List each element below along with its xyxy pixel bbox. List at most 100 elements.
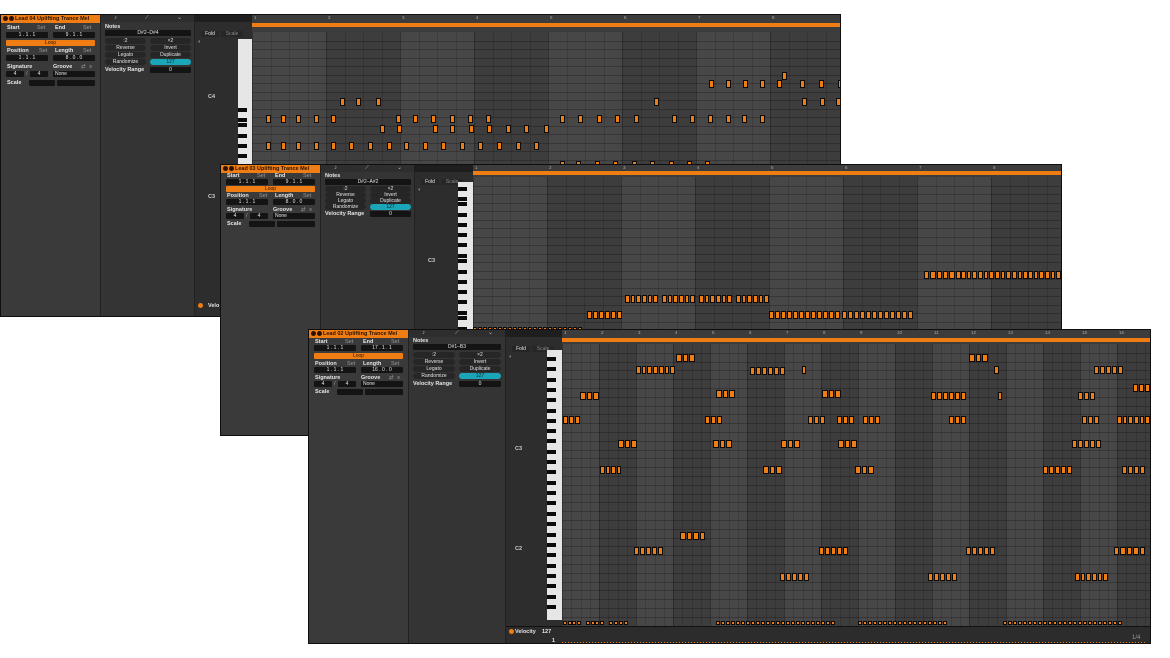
scale-root-select[interactable] [29, 80, 55, 86]
midi-note[interactable] [928, 621, 932, 625]
velocity-marker[interactable] [757, 642, 758, 643]
grid-fraction-label[interactable]: 1/4 [1132, 635, 1140, 641]
midi-note[interactable] [708, 115, 713, 123]
midi-note[interactable] [1100, 366, 1105, 374]
midi-note[interactable] [786, 573, 791, 581]
velocity-marker[interactable] [610, 642, 611, 643]
loop-brace[interactable] [252, 23, 840, 27]
velocity-marker[interactable] [778, 642, 779, 643]
midi-note[interactable] [726, 621, 730, 625]
velocity-marker[interactable] [745, 642, 746, 643]
midi-note[interactable] [903, 621, 907, 625]
velocity-marker[interactable] [880, 642, 881, 643]
black-key[interactable] [238, 108, 247, 112]
midi-note[interactable] [726, 80, 731, 88]
velocity-marker[interactable] [565, 642, 566, 643]
midi-note[interactable] [1096, 440, 1101, 448]
midi-note[interactable] [1084, 392, 1089, 400]
velocity-marker[interactable] [634, 642, 635, 643]
preview-headphone-icon[interactable]: ◐ [509, 354, 512, 360]
velocity-marker[interactable] [691, 642, 692, 643]
black-key[interactable] [238, 134, 247, 138]
velocity-marker[interactable] [793, 642, 794, 643]
midi-note[interactable] [684, 295, 690, 303]
midi-note[interactable] [972, 547, 977, 555]
midi-note[interactable] [595, 621, 599, 625]
midi-note[interactable] [1139, 384, 1144, 392]
velocity-marker[interactable] [625, 642, 626, 643]
midi-note[interactable] [616, 466, 621, 474]
midi-note[interactable] [764, 295, 769, 303]
velocity-marker[interactable] [1033, 642, 1034, 643]
velocity-marker[interactable] [925, 642, 926, 643]
midi-note[interactable] [804, 573, 809, 581]
midi-note[interactable] [646, 547, 651, 555]
note-editor-grid[interactable] [562, 344, 1150, 626]
velocity-marker[interactable] [700, 642, 701, 643]
midi-note[interactable] [865, 311, 871, 319]
velocity-marker[interactable] [805, 642, 806, 643]
midi-note[interactable] [936, 271, 942, 279]
velocity-marker[interactable] [862, 642, 863, 643]
midi-note[interactable] [534, 142, 539, 150]
midi-note[interactable] [955, 392, 960, 400]
midi-note[interactable] [1072, 440, 1077, 448]
midi-note[interactable] [1075, 573, 1080, 581]
ruler-bar-number[interactable]: 8 [823, 330, 826, 336]
velocity-marker[interactable] [1099, 642, 1100, 643]
signature-denominator[interactable]: 4 [338, 381, 356, 387]
loop-brace[interactable] [562, 338, 1150, 342]
midi-note[interactable] [847, 311, 853, 319]
velocity-marker[interactable] [727, 642, 728, 643]
midi-note[interactable] [624, 440, 631, 448]
ruler-bar-number[interactable]: 2 [601, 330, 604, 336]
midi-note[interactable] [817, 311, 823, 319]
midi-note[interactable] [1063, 621, 1067, 625]
midi-note[interactable] [990, 547, 995, 555]
velocity-marker[interactable] [826, 642, 827, 643]
velocity-marker[interactable] [853, 642, 854, 643]
velocity-marker[interactable] [712, 642, 713, 643]
midi-note[interactable] [1043, 621, 1047, 625]
velocity-marker[interactable] [1081, 642, 1082, 643]
midi-note[interactable] [859, 311, 865, 319]
ruler-bar-number[interactable]: 14 [1045, 330, 1050, 336]
velocity-marker[interactable] [787, 642, 788, 643]
velocity-marker[interactable] [775, 642, 776, 643]
midi-note[interactable] [1083, 621, 1087, 625]
midi-note[interactable] [699, 295, 704, 303]
velocity-marker[interactable] [964, 642, 965, 643]
midi-note[interactable] [516, 142, 521, 150]
midi-note[interactable] [617, 311, 622, 319]
midi-note[interactable] [776, 621, 780, 625]
midi-note[interactable] [741, 295, 747, 303]
length-set-button[interactable]: Set [83, 48, 91, 54]
velocity-marker[interactable] [697, 642, 698, 643]
velocity-marker[interactable] [1051, 642, 1052, 643]
black-key[interactable] [458, 213, 467, 217]
envelope-tab-icon[interactable]: ⟋ [365, 165, 369, 172]
midi-note[interactable] [771, 621, 775, 625]
midi-note[interactable] [634, 547, 639, 555]
midi-note[interactable] [563, 416, 568, 424]
midi-note[interactable] [575, 416, 580, 424]
midi-note[interactable] [676, 354, 682, 362]
midi-note[interactable] [792, 573, 797, 581]
midi-note[interactable] [586, 392, 593, 400]
midi-note[interactable] [716, 390, 722, 398]
midi-note[interactable] [768, 367, 773, 375]
black-key[interactable] [547, 439, 556, 443]
midi-note[interactable] [995, 271, 1000, 279]
midi-note[interactable] [835, 390, 841, 398]
midi-note[interactable] [1049, 466, 1054, 474]
midi-note[interactable] [716, 621, 720, 625]
midi-note[interactable] [599, 621, 604, 625]
midi-note[interactable] [978, 547, 983, 555]
reverse-button[interactable]: Reverse [105, 45, 146, 51]
midi-note[interactable] [924, 271, 930, 279]
midi-note[interactable] [858, 621, 862, 625]
position-field[interactable]: 1 . 1 . 1 [314, 367, 356, 373]
midi-note[interactable] [1003, 621, 1007, 625]
midi-note[interactable] [937, 392, 942, 400]
scale-name-select[interactable] [57, 80, 95, 86]
